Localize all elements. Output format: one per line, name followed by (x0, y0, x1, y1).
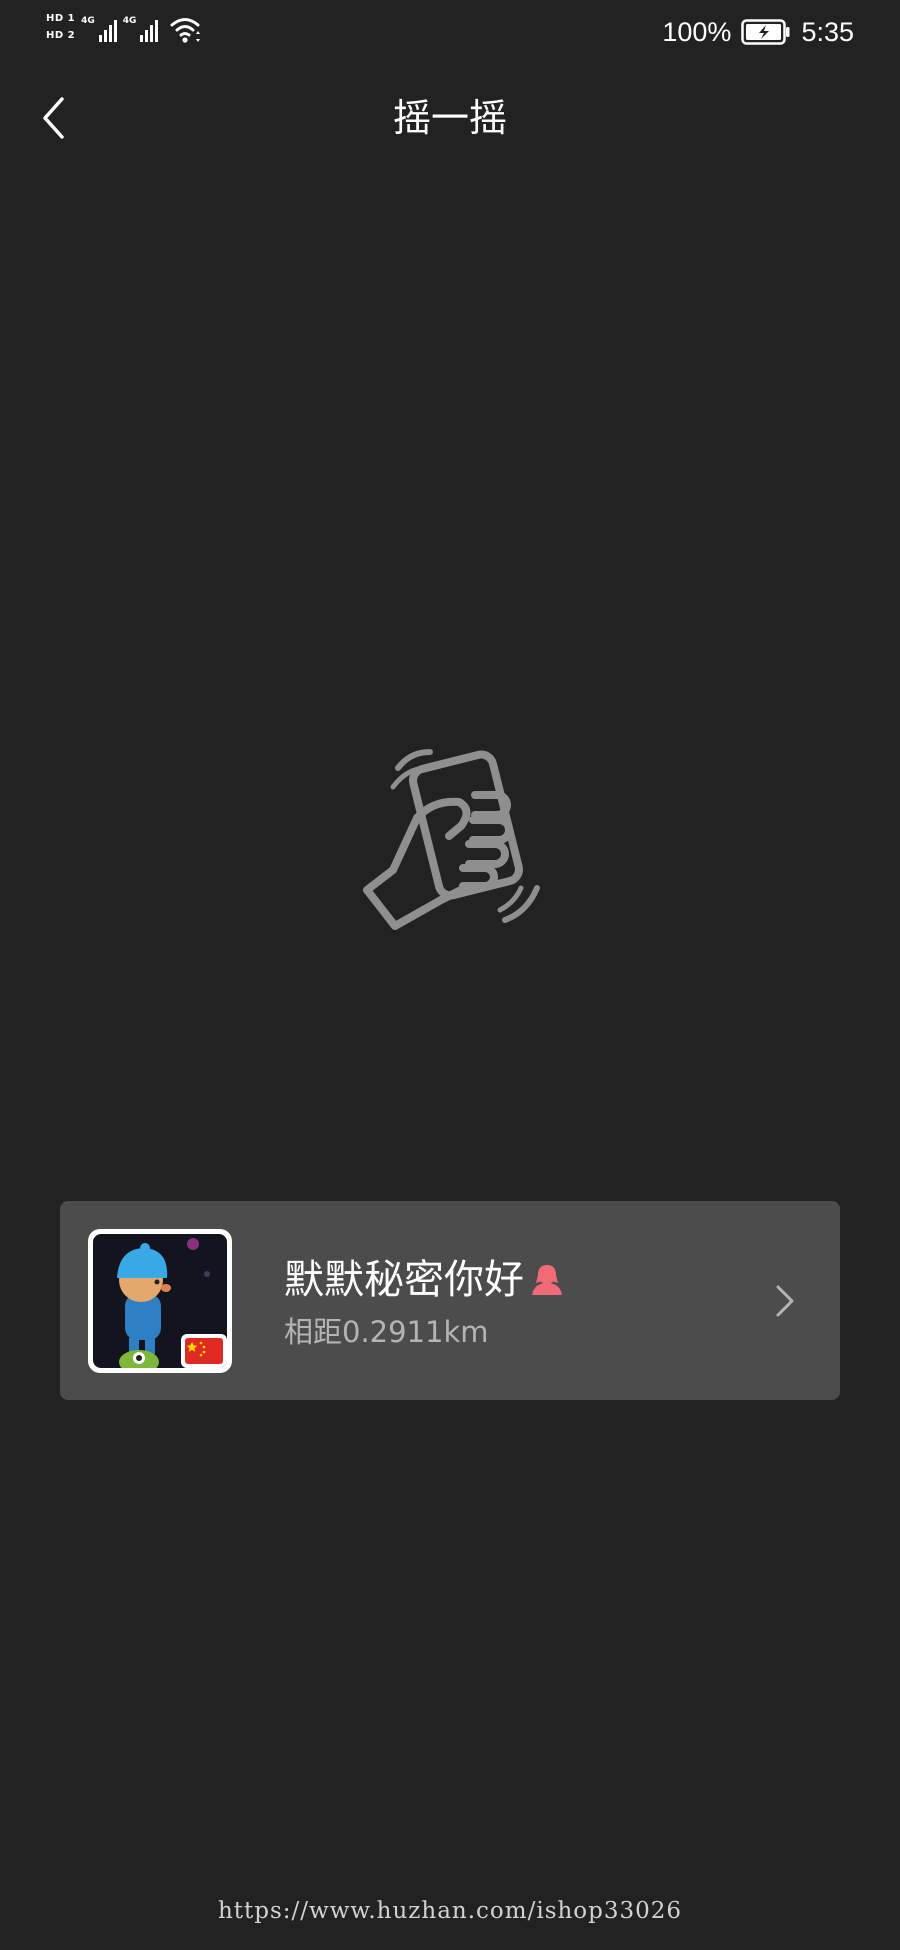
distance-label: 相距0.2911km (284, 1315, 489, 1349)
status-bar-right: 100% 5:35 (662, 12, 854, 52)
cartoon-avatar-image (93, 1234, 227, 1368)
status-bar: HD 1 HD 2 4G 4G 100% 5:35 (0, 0, 900, 64)
clock: 5:35 (801, 17, 854, 47)
nav-bar: 摇一摇 (0, 70, 900, 166)
signal-icon: 4G (123, 12, 159, 46)
avatar[interactable] (88, 1229, 232, 1373)
female-icon (532, 1265, 562, 1295)
nearby-user-card[interactable]: 默默秘密你好 相距0.2911km (60, 1201, 840, 1400)
hd1-badge: HD 1 (46, 13, 76, 24)
page-title: 摇一摇 (392, 96, 507, 140)
battery-charging-icon (741, 19, 790, 45)
hd-indicators: HD 1 HD 2 (46, 13, 75, 42)
battery-percentage: 100% (662, 17, 732, 47)
status-bar-left: HD 1 HD 2 4G 4G (46, 12, 204, 52)
watermark: https://www.huzhan.com/ishop33026 (217, 1898, 683, 1924)
hand-shaking-phone-icon (363, 749, 540, 930)
hd2-badge: HD 2 (46, 30, 76, 41)
wifi-icon (170, 18, 201, 43)
signal-icon: 4G (81, 12, 117, 46)
chevron-right-icon (776, 1285, 794, 1317)
network-type-label: 4G (81, 16, 95, 26)
user-name-row: 默默秘密你好 (284, 1255, 566, 1305)
user-name: 默默秘密你好 (284, 1257, 524, 1303)
network-type-label: 4G (122, 16, 137, 26)
